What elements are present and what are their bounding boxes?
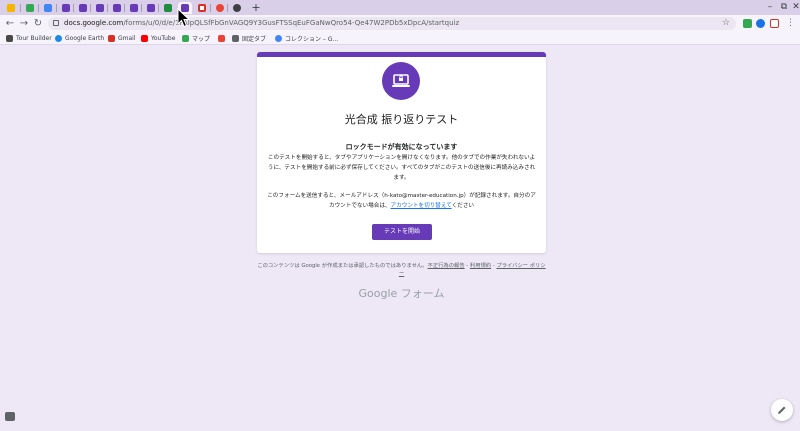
tab-separator bbox=[73, 4, 74, 12]
tab-separator bbox=[56, 4, 57, 12]
bookmark-folder-pinned[interactable]: 固定タブ bbox=[232, 32, 266, 45]
tab-separator bbox=[227, 4, 228, 12]
address-bar[interactable]: docs.google.com/forms/u/0/d/e/1FAIpQLSfF… bbox=[48, 17, 736, 30]
report-abuse-link[interactable]: 不正行為の報告 bbox=[428, 263, 465, 269]
mouse-cursor-icon bbox=[177, 8, 191, 28]
pencil-icon bbox=[778, 406, 786, 414]
google-forms-logo[interactable]: Google フォーム bbox=[257, 285, 546, 301]
tab-separator bbox=[38, 4, 39, 12]
bookmark-tour-builder[interactable]: Tour Builder bbox=[6, 32, 52, 45]
gmail-icon bbox=[198, 4, 206, 12]
extension-icon[interactable] bbox=[770, 19, 779, 28]
bookmark-star-icon[interactable]: ☆ bbox=[722, 17, 730, 30]
tab-separator bbox=[141, 4, 142, 12]
bookmark-collections[interactable]: コレクション – G... bbox=[275, 32, 338, 45]
tab-separator bbox=[107, 4, 108, 12]
record-icon bbox=[216, 4, 224, 12]
tab-separator bbox=[210, 4, 211, 12]
tab-forms-4[interactable] bbox=[110, 2, 124, 14]
pin-icon bbox=[218, 35, 225, 42]
footer-disclaimer: このコンテンツは Google が作成または承認したものではありません。不正行為… bbox=[257, 263, 546, 277]
docs-icon bbox=[44, 4, 52, 12]
bookmarks-bar: Tour Builder Google Earth Gmail YouTube … bbox=[0, 32, 800, 45]
lock-mode-laptop-icon bbox=[382, 62, 420, 100]
forms-icon bbox=[113, 4, 121, 12]
forms-icon bbox=[79, 4, 87, 12]
tab-separator bbox=[20, 4, 21, 12]
lock-icon bbox=[53, 20, 59, 26]
bookmark-gmail[interactable]: Gmail bbox=[108, 32, 136, 45]
new-tab-button[interactable]: + bbox=[250, 0, 262, 15]
url-text[interactable]: docs.google.com/forms/u/0/d/e/1FAIpQLSfF… bbox=[64, 17, 459, 30]
switch-account-link[interactable]: アカウントを切り替えて bbox=[391, 203, 452, 209]
classroom-icon bbox=[164, 4, 172, 12]
extension-icon[interactable] bbox=[756, 19, 765, 28]
gmail-icon bbox=[108, 35, 115, 42]
tab-forms-2[interactable] bbox=[76, 2, 90, 14]
forms-icon bbox=[62, 4, 70, 12]
tab-classroom[interactable] bbox=[161, 2, 175, 14]
start-test-button[interactable]: テストを開始 bbox=[372, 224, 432, 240]
bookmark-maps[interactable]: マップ bbox=[182, 32, 210, 45]
close-window-button[interactable]: ✕ bbox=[789, 0, 800, 15]
bookmark-google-earth[interactable]: Google Earth bbox=[55, 32, 104, 45]
minimize-button[interactable]: – bbox=[763, 0, 777, 15]
tab-strip: + – ⧉ ✕ bbox=[0, 0, 800, 15]
tab-separator bbox=[90, 4, 91, 12]
feedback-icon[interactable] bbox=[5, 412, 15, 421]
globe-icon bbox=[233, 4, 241, 12]
lock-mode-heading: ロックモードが有効になっています bbox=[345, 143, 458, 151]
edit-fab[interactable] bbox=[771, 399, 793, 421]
tab-separator bbox=[124, 4, 125, 12]
back-arrow-icon[interactable]: ← bbox=[4, 17, 16, 30]
reload-icon[interactable]: ↻ bbox=[32, 17, 44, 30]
forms-icon bbox=[147, 4, 155, 12]
tab-slides[interactable] bbox=[4, 2, 18, 14]
tab-world[interactable] bbox=[230, 2, 244, 14]
bookmark-youtube[interactable]: YouTube bbox=[141, 32, 175, 45]
browser-menu-icon[interactable]: ⋮ bbox=[786, 17, 795, 30]
laptop-lock-icon bbox=[392, 74, 410, 87]
forms-icon bbox=[96, 4, 104, 12]
tab-forms-6[interactable] bbox=[144, 2, 158, 14]
tab-drive[interactable] bbox=[23, 2, 37, 14]
folder-icon bbox=[232, 35, 239, 42]
tab-separator bbox=[158, 4, 159, 12]
form-title: 光合成 振り返りテスト bbox=[344, 113, 459, 126]
forms-icon bbox=[130, 4, 138, 12]
forward-arrow-icon[interactable]: → bbox=[18, 17, 30, 30]
tab-record[interactable] bbox=[213, 2, 227, 14]
tab-forms-3[interactable] bbox=[93, 2, 107, 14]
tab-forms-1[interactable] bbox=[59, 2, 73, 14]
lock-mode-description: このテストを開始すると、タブやアプリケーションを開けなくなります。他のタブでの作… bbox=[267, 155, 536, 181]
form-card: 光合成 振り返りテスト ロックモードが有効になっています このテストを開始すると… bbox=[257, 52, 546, 253]
maps-icon bbox=[182, 35, 189, 42]
tab-gmail[interactable] bbox=[195, 2, 209, 14]
drive-icon bbox=[26, 4, 34, 12]
youtube-icon bbox=[141, 35, 148, 42]
tab-docs[interactable] bbox=[41, 2, 55, 14]
account-notice: このフォームを送信すると、メールアドレス（h-kato@master-educa… bbox=[267, 193, 536, 209]
google-earth-icon bbox=[55, 35, 62, 42]
tour-builder-icon bbox=[6, 35, 13, 42]
bookmark-pin[interactable] bbox=[218, 32, 228, 45]
slides-icon bbox=[7, 4, 15, 12]
collections-icon bbox=[275, 35, 282, 42]
browser-toolbar: ← → ↻ docs.google.com/forms/u/0/d/e/1FAI… bbox=[0, 15, 800, 32]
tab-forms-5[interactable] bbox=[127, 2, 141, 14]
extension-icon[interactable] bbox=[743, 19, 752, 28]
card-accent-bar bbox=[257, 52, 546, 57]
terms-link[interactable]: 利用規約 bbox=[470, 263, 491, 269]
